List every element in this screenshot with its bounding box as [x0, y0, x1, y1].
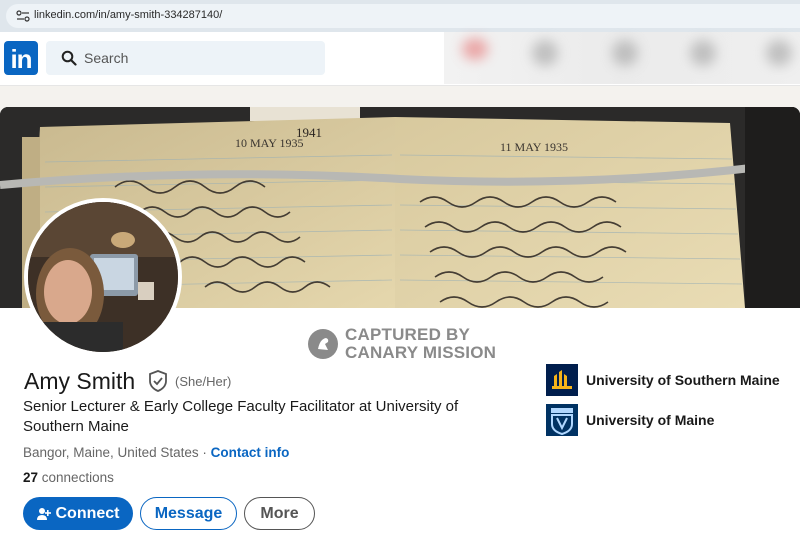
university-of-maine-logo	[546, 404, 578, 436]
connections-count[interactable]: 27 connections	[23, 470, 114, 485]
message-button[interactable]: Message	[140, 497, 237, 530]
search-input[interactable]	[84, 41, 314, 75]
education-item[interactable]: University of Southern Maine	[546, 364, 796, 398]
site-info-icon[interactable]	[16, 10, 30, 22]
nav-icons-blurred	[444, 32, 800, 84]
add-person-icon	[36, 507, 51, 520]
svg-text:1941: 1941	[296, 125, 322, 140]
canary-logo-icon	[308, 329, 338, 359]
profile-card: 10 MAY 1935 1941 11 MAY 1935 CAPTURED BY…	[0, 107, 800, 548]
profile-name: Amy Smith	[24, 368, 136, 394]
more-button[interactable]: More	[244, 497, 315, 530]
education-item[interactable]: University of Maine	[546, 404, 796, 438]
contact-info-link[interactable]: Contact info	[211, 445, 290, 460]
location-line: Bangor, Maine, United States · Contact i…	[23, 445, 289, 460]
watermark-text: CAPTURED BY CANARY MISSION	[345, 326, 496, 362]
connections-label: connections	[38, 470, 114, 485]
linkedin-header: in	[0, 32, 800, 86]
url-text: linkedin.com/in/amy-smith-334287140/	[34, 9, 223, 21]
university-of-southern-maine-logo	[546, 364, 578, 396]
canary-mission-watermark: CAPTURED BY CANARY MISSION	[308, 326, 568, 366]
avatar-photo	[28, 202, 178, 352]
watermark-line-1: CAPTURED BY	[345, 325, 470, 344]
connect-button[interactable]: Connect	[23, 497, 133, 530]
education-name: University of Maine	[586, 412, 715, 428]
location-text: Bangor, Maine, United States	[23, 445, 199, 460]
profile-headline: Senior Lecturer & Early College Faculty …	[23, 398, 459, 435]
verified-shield-icon[interactable]	[148, 370, 168, 392]
connections-number: 27	[23, 470, 39, 485]
pronouns: (She/Her)	[175, 374, 232, 389]
education-name: University of Southern Maine	[586, 372, 780, 388]
browser-address-bar: linkedin.com/in/amy-smith-334287140/	[0, 0, 800, 32]
linkedin-logo[interactable]: in	[4, 41, 38, 75]
url-field[interactable]: linkedin.com/in/amy-smith-334287140/	[6, 4, 800, 28]
svg-text:10 MAY 1935: 10 MAY 1935	[235, 136, 303, 150]
separator: ·	[198, 445, 211, 460]
connect-label: Connect	[55, 504, 120, 522]
search-icon	[61, 50, 77, 66]
profile-avatar[interactable]	[24, 198, 182, 356]
watermark-line-2: CANARY MISSION	[345, 343, 497, 362]
search-box[interactable]	[46, 41, 325, 75]
svg-text:11 MAY 1935: 11 MAY 1935	[500, 140, 568, 154]
